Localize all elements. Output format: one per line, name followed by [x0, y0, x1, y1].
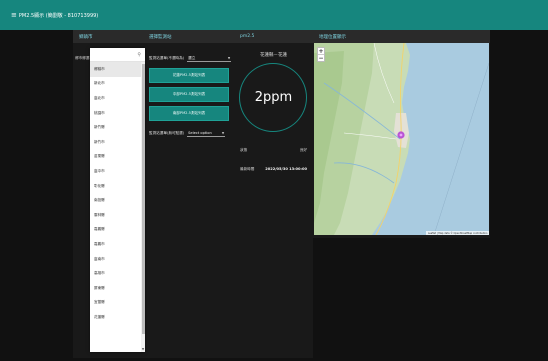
- city-dropdown[interactable]: ⚲ 鄉鎮市 新北市 臺北市 桃園市 新竹縣 新竹市 苗栗縣 臺中市 彰化縣 南投縣 雲林縣 嘉義縣 嘉義…: [90, 48, 145, 352]
- map-panel-header: 地理位置顯示: [313, 30, 490, 43]
- dropdown-item[interactable]: 臺北市: [90, 91, 141, 106]
- chevron-down-icon: ▼: [221, 131, 225, 135]
- dropdown-item[interactable]: 雲林縣: [90, 208, 141, 223]
- search-icon: ⚲: [137, 51, 141, 58]
- central-station-list-button[interactable]: 中部PM2.5測站列表: [149, 87, 229, 102]
- status-row: 狀態 良好: [240, 148, 307, 153]
- dropdown-item[interactable]: 屏東縣: [90, 281, 141, 296]
- dropdown-item[interactable]: 嘉義市: [90, 237, 141, 252]
- dropdown-item[interactable]: 新竹縣: [90, 120, 141, 135]
- map-attribution[interactable]: Leaflet | Map data © OpenStreetMap contr…: [426, 231, 489, 235]
- dropdown-item[interactable]: 苗栗縣: [90, 150, 141, 165]
- station-option-select[interactable]: Select option ▼: [187, 130, 226, 137]
- dropdown-item[interactable]: 新北市: [90, 77, 141, 92]
- top-bar: ≡ PM2.5顯示 (簡劉敬 - 810713999): [0, 0, 548, 30]
- pm25-panel: pm2.5 花蓮縣－花蓮 2ppm 狀態 良好 最新時間 2022/05/30 …: [234, 30, 313, 358]
- map-view[interactable]: + − Leaflet | Map data © OpenStreetMap c…: [314, 43, 489, 235]
- station-control-header: 選擇監測站: [143, 30, 234, 43]
- dropdown-item[interactable]: 花蓮縣: [90, 310, 141, 325]
- station-name: 花蓮縣－花蓮: [260, 53, 287, 58]
- time-row: 最新時間 2022/05/30 13:00:00: [240, 167, 307, 172]
- status-label: 狀態: [240, 148, 248, 152]
- dropdown-item[interactable]: 南投縣: [90, 193, 141, 208]
- menu-icon[interactable]: ≡: [11, 11, 17, 19]
- dropdown-item[interactable]: 鄉鎮市: [90, 62, 141, 77]
- zoom-out-button[interactable]: −: [318, 55, 324, 62]
- chevron-down-icon: ▼: [227, 56, 231, 60]
- dropdown-scrollbar[interactable]: ▼: [141, 62, 145, 352]
- dropdown-list: 鄉鎮市 新北市 臺北市 桃園市 新竹縣 新竹市 苗栗縣 臺中市 彰化縣 南投縣 雲林縣 嘉義縣 嘉義市臺…: [90, 62, 141, 325]
- hualien-station-list-button[interactable]: 花蓮PM2.5測站列表: [149, 68, 229, 83]
- dropdown-item[interactable]: 臺南市: [90, 252, 141, 267]
- time-value: 2022/05/30 13:00:00: [265, 167, 307, 171]
- station-select-value: 選立: [188, 55, 196, 60]
- station-select[interactable]: 選立 ▼: [187, 55, 232, 62]
- dropdown-item[interactable]: 宜蘭縣: [90, 296, 141, 311]
- dropdown-item[interactable]: 桃園市: [90, 106, 141, 121]
- pm25-panel-header: pm2.5: [234, 30, 313, 43]
- scroll-down-icon[interactable]: ▼: [141, 347, 145, 352]
- dropdown-item[interactable]: 高雄市: [90, 266, 141, 281]
- dropdown-item[interactable]: 新竹市: [90, 135, 141, 150]
- zoom-in-button[interactable]: +: [318, 48, 324, 55]
- city-panel-header: 鄉鎮市: [73, 30, 143, 43]
- pm25-value: 2ppm: [254, 90, 293, 105]
- map-panel: 地理位置顯示 + − Leaflet | Map data © OpenStre…: [313, 30, 490, 238]
- station-select-row: 監測站選單(不選時為) 選立 ▼: [149, 55, 232, 62]
- station-control-panel: 選擇監測站 監測站選單(不選時為) 選立 ▼ 花蓮PM2.5測站列表 中部PM2…: [143, 30, 234, 358]
- zoom-control: + −: [317, 47, 325, 62]
- time-label: 最新時間: [240, 167, 255, 171]
- station-select-label: 監測站選單(不選時為): [149, 56, 185, 60]
- southern-station-list-button[interactable]: 南部PM2.5測站列表: [149, 106, 229, 121]
- status-value: 良好: [299, 148, 307, 152]
- dropdown-item[interactable]: 嘉義縣: [90, 223, 141, 238]
- station-option-label: 監測站選單(無可點選): [149, 131, 185, 135]
- station-option-value: Select option: [188, 131, 212, 135]
- app-root: ≡ PM2.5顯示 (簡劉敬 - 810713999) 鄉鎮市 鄉市鄉選單 選擇…: [0, 0, 548, 361]
- dropdown-search[interactable]: ⚲: [90, 48, 145, 62]
- dropdown-item[interactable]: 臺中市: [90, 164, 141, 179]
- station-option-row: 監測站選單(無可點選) Select option ▼: [149, 130, 226, 137]
- scrollbar-thumb[interactable]: [141, 64, 145, 334]
- dropdown-item[interactable]: 彰化縣: [90, 179, 141, 194]
- app-title: PM2.5顯示 (簡劉敬 - 810713999): [18, 12, 99, 19]
- map-tiles: [314, 43, 489, 235]
